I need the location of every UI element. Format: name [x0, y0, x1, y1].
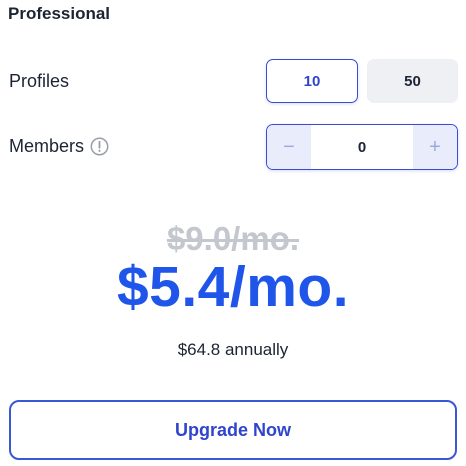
members-stepper: − 0 +: [266, 124, 458, 170]
members-count-value[interactable]: 0: [311, 125, 413, 169]
plan-title: Professional: [8, 4, 111, 23]
minus-icon: −: [283, 135, 295, 158]
members-decrement-button[interactable]: −: [267, 125, 311, 169]
profiles-option-10[interactable]: 10: [266, 59, 358, 103]
upgrade-now-button[interactable]: Upgrade Now: [9, 400, 457, 460]
members-increment-button[interactable]: +: [413, 125, 457, 169]
discounted-price: $5.4/mo.: [116, 255, 350, 319]
profiles-label: Profiles: [9, 71, 69, 92]
info-circle-icon[interactable]: [90, 137, 109, 156]
profiles-option-10-label: 10: [303, 72, 321, 90]
original-price: $9.0/mo.: [166, 220, 300, 257]
plus-icon: +: [429, 135, 441, 158]
upgrade-now-label: Upgrade Now: [174, 419, 291, 440]
members-label: Members: [9, 136, 109, 157]
profiles-option-50-label: 50: [404, 72, 421, 90]
members-label-text: Members: [9, 136, 85, 156]
profiles-option-50[interactable]: 50: [367, 59, 458, 103]
profiles-label-text: Profiles: [9, 71, 70, 91]
annual-price: $64.8 annually: [177, 340, 289, 359]
